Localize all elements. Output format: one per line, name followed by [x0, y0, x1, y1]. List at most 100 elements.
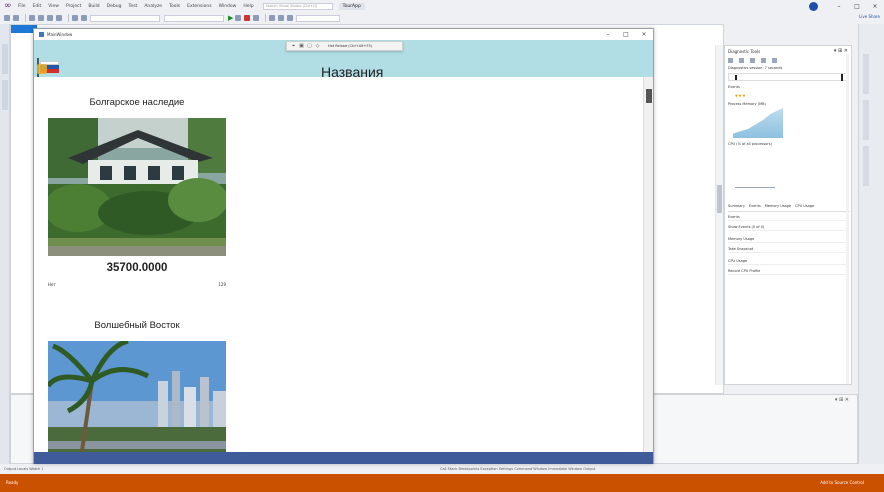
maximize-icon[interactable]: □: [848, 3, 866, 10]
cpu-section-header: CPU Usage: [728, 258, 848, 265]
app-close-icon[interactable]: ×: [635, 29, 653, 40]
open-file-icon[interactable]: [38, 15, 44, 21]
step-out-icon[interactable]: [287, 15, 294, 21]
select-tools-icon[interactable]: [739, 58, 744, 63]
save-icon[interactable]: [47, 15, 53, 21]
menu-edit[interactable]: Edit: [33, 4, 42, 9]
menu-file[interactable]: File: [18, 4, 26, 9]
editor-scroll-thumb[interactable]: [717, 185, 722, 213]
bottom-left-tabs[interactable]: Output Locals Watch 1: [4, 467, 44, 471]
display-adorners-icon[interactable]: ▣: [298, 43, 305, 49]
ide-menubar: ∞ File Edit View Project Build Debug Tes…: [0, 0, 884, 12]
tour-price: 35700.0000: [106, 262, 168, 274]
settings-icon[interactable]: [728, 58, 733, 63]
binding-failures-icon[interactable]: ◇: [314, 43, 321, 49]
properties-tab[interactable]: [863, 146, 869, 186]
save-all-icon[interactable]: [56, 15, 62, 21]
session-timeline[interactable]: [728, 73, 848, 81]
app-maximize-icon[interactable]: □: [617, 29, 635, 40]
app-scrollbar[interactable]: [643, 77, 653, 452]
tab-memory-usage[interactable]: Memory Usage: [765, 204, 791, 211]
tour-name: Болгарское наследие: [89, 97, 185, 108]
continue-icon[interactable]: ▶: [228, 14, 233, 22]
reset-view-icon[interactable]: [772, 58, 777, 63]
diagnostic-tabs: Summary Events Memory Usage CPU Usage: [728, 204, 850, 212]
app-scroll-thumb[interactable]: [646, 89, 652, 103]
menu-debug[interactable]: Debug: [107, 4, 122, 9]
xaml-debug-toolbar: ⌖ ▣ ▢ ◇ Hot Reload (Ctrl+Alt+F5): [286, 41, 403, 51]
visual-studio-logo-icon: ∞: [4, 0, 12, 11]
menu-window[interactable]: Window: [219, 4, 237, 9]
gc-event-icon: ▼ ▼ ▼: [735, 94, 746, 98]
tour-tickets-count: 129: [218, 282, 226, 287]
forward-icon[interactable]: [13, 15, 19, 21]
stop-icon[interactable]: [244, 15, 251, 21]
tab-cpu-usage[interactable]: CPU Usage: [795, 204, 814, 211]
window-controls: – □ ×: [809, 0, 884, 12]
profile-avatar[interactable]: [809, 1, 818, 11]
toolbar-divider: [68, 14, 69, 22]
configuration-dropdown[interactable]: [90, 14, 160, 22]
live-share-button[interactable]: Live Share: [859, 14, 880, 19]
toolbox-tab[interactable]: [2, 80, 8, 110]
zoom-out-icon[interactable]: [761, 58, 766, 63]
toolbar-divider: [265, 14, 267, 22]
cpu-usage-label: CPU (% of all processors): [728, 142, 772, 146]
undo-icon[interactable]: [72, 15, 78, 21]
menu-extensions[interactable]: Extensions: [187, 4, 211, 9]
show-events-link[interactable]: Show Events (0 of 0): [728, 224, 848, 231]
tour-availability: Нет: [48, 282, 56, 287]
menu-tools[interactable]: Tools: [169, 4, 180, 9]
tab-events[interactable]: Events: [749, 204, 761, 211]
app-window-icon: [39, 32, 44, 37]
select-element-icon[interactable]: ⌖: [290, 43, 297, 49]
restart-icon[interactable]: [253, 15, 260, 21]
app-window-title: MainWindow: [47, 32, 73, 37]
redo-icon[interactable]: [81, 15, 87, 21]
tour-card[interactable]: Волшебный Восток: [48, 320, 226, 452]
solution-explorer-tab[interactable]: [863, 54, 869, 94]
ide-search-input[interactable]: Search Visual Studio (Ctrl+Q): [262, 2, 333, 10]
menu-build[interactable]: Build: [88, 4, 99, 9]
menu-test[interactable]: Test: [128, 4, 137, 9]
tab-summary[interactable]: Summary: [728, 204, 745, 211]
process-memory-chart: [733, 108, 783, 138]
editor-scrollbar[interactable]: [715, 45, 723, 385]
new-file-icon[interactable]: [29, 15, 35, 21]
menu-help[interactable]: Help: [243, 4, 253, 9]
team-explorer-tab[interactable]: [863, 100, 869, 140]
diagnostic-tools-panel: Diagnostic Tools ▾ ⊞ ✕ Diagnostics sessi…: [724, 45, 852, 385]
close-icon[interactable]: ×: [866, 3, 884, 10]
tour-meta-row: Нет 129: [48, 282, 226, 290]
step-over-icon[interactable]: [278, 15, 285, 21]
tour-image: [48, 341, 226, 452]
pause-icon[interactable]: [235, 15, 242, 21]
panel-controls-icon[interactable]: ▾ ⊞ ✕: [835, 397, 849, 403]
add-source-control-button[interactable]: Add to Source Control: [820, 480, 864, 485]
step-into-icon[interactable]: [269, 15, 276, 21]
app-minimize-icon[interactable]: –: [599, 29, 617, 40]
track-focus-icon[interactable]: ▢: [306, 43, 313, 49]
menu-view[interactable]: View: [48, 4, 59, 9]
bottom-right-tabs[interactable]: Call Stack Breakpoints Exception Setting…: [440, 467, 595, 471]
back-icon[interactable]: [4, 15, 10, 21]
record-cpu-profile-button[interactable]: Record CPU Profile: [728, 268, 848, 275]
tour-card[interactable]: Болгарское наследие 35700.0000 Нет 129: [48, 97, 226, 290]
hot-reload-status[interactable]: Hot Reload (Ctrl+Alt+F5): [328, 44, 372, 48]
session-duration: Diagnostics session: 7 seconds: [728, 66, 783, 70]
events-label: Events: [728, 85, 740, 89]
minimize-icon[interactable]: –: [830, 3, 848, 10]
app-insights-dropdown[interactable]: [296, 14, 341, 22]
take-snapshot-button[interactable]: Take Snapshot: [728, 246, 848, 253]
app-titlebar: MainWindow – □ ×: [34, 29, 653, 40]
app-window: MainWindow – □ × Названия ⌖ ▣ ▢ ◇ Hot Re…: [33, 28, 654, 464]
platform-dropdown[interactable]: [164, 14, 224, 22]
menu-analyze[interactable]: Analyze: [144, 4, 162, 9]
menu-project[interactable]: Project: [66, 4, 81, 9]
timeline-start-marker: [735, 75, 737, 80]
ide-status-bar: Ready Add to Source Control: [0, 474, 884, 492]
server-explorer-tab[interactable]: [2, 44, 8, 74]
diagnostic-scrollbar[interactable]: [846, 54, 849, 384]
zoom-in-icon[interactable]: [750, 58, 755, 63]
cpu-usage-chart: [735, 187, 775, 188]
